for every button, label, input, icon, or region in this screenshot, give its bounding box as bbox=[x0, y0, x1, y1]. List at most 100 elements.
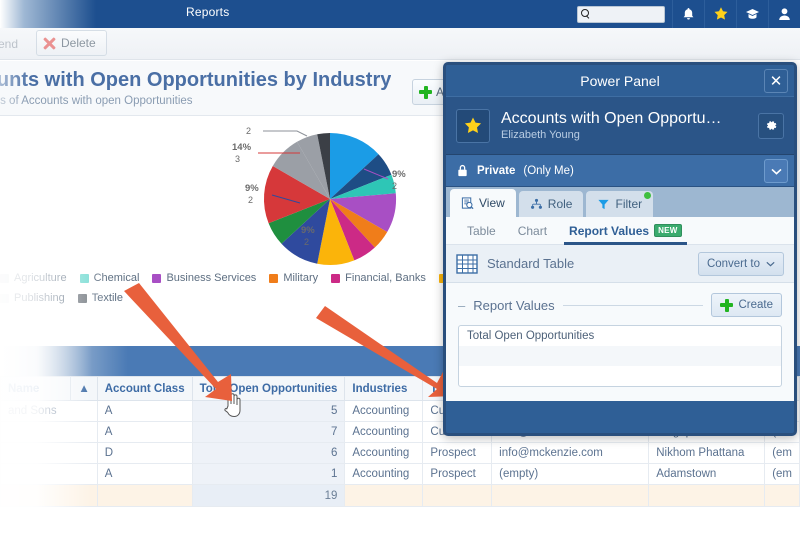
top-bar-actions bbox=[577, 0, 800, 28]
tab-filter[interactable]: Filter bbox=[586, 191, 654, 217]
chevron-down-icon[interactable] bbox=[764, 159, 788, 183]
standard-table-row: Standard Table Convert to bbox=[446, 245, 794, 283]
report-header: Accounts with Open Opportunities by Indu… bbox=[0, 61, 460, 116]
cell-industries: Accounting bbox=[344, 400, 424, 422]
favorites-star-icon[interactable] bbox=[704, 0, 736, 28]
list-item-empty[interactable] bbox=[459, 366, 781, 386]
tab-view[interactable]: View bbox=[450, 189, 516, 217]
panel-tabs: View Role Filter bbox=[446, 187, 794, 217]
collapse-minus-icon[interactable]: – bbox=[458, 298, 465, 313]
filter-active-dot-icon bbox=[644, 192, 652, 199]
cell-industries: Accounting bbox=[344, 421, 424, 443]
cell-total: 6 bbox=[191, 442, 346, 464]
totals-cell-email bbox=[491, 484, 650, 507]
legend-item[interactable]: Textile bbox=[77, 292, 123, 304]
panel-record-name: Accounts with Open Opportu… bbox=[501, 110, 722, 127]
search-input[interactable] bbox=[577, 5, 665, 23]
chart-legend: Agriculture Chemical Business Services M… bbox=[0, 270, 460, 306]
create-button[interactable]: Create bbox=[711, 293, 782, 317]
tab-role-label: Role bbox=[547, 197, 573, 211]
close-x-icon bbox=[43, 37, 56, 50]
legend-item[interactable]: Publishing bbox=[0, 292, 65, 304]
legend-item[interactable]: Business Services bbox=[152, 272, 256, 284]
legend-label: Agriculture bbox=[14, 272, 67, 284]
lock-icon bbox=[458, 164, 467, 177]
totals-cell-state bbox=[764, 484, 800, 507]
subtab-report-values-label: Report Values bbox=[569, 223, 650, 238]
report-values-list[interactable]: Total Open Opportunities bbox=[458, 325, 782, 387]
subtab-table[interactable]: Table bbox=[456, 217, 507, 245]
subtab-report-values[interactable]: Report Values NEW bbox=[558, 217, 693, 245]
close-icon[interactable]: ✕ bbox=[764, 69, 788, 93]
pie-label-percent: 9% bbox=[301, 225, 315, 236]
cell-name bbox=[0, 442, 98, 464]
cell-state: (em bbox=[764, 442, 800, 464]
column-header-account-class[interactable]: Account Class bbox=[96, 376, 193, 401]
search-icon bbox=[581, 9, 591, 19]
cell-industries: Accounting bbox=[344, 463, 424, 485]
subtab-chart[interactable]: Chart bbox=[507, 217, 558, 245]
power-panel-title-bar: Power Panel ✕ bbox=[446, 65, 794, 97]
user-profile-icon[interactable] bbox=[768, 0, 800, 28]
send-button-label: Send bbox=[0, 37, 19, 51]
legend-row-1: Agriculture Chemical Business Services M… bbox=[0, 270, 460, 286]
page-title: Reports bbox=[186, 5, 230, 19]
delete-button[interactable]: Delete bbox=[36, 30, 107, 56]
delete-button-label: Delete bbox=[61, 36, 96, 50]
privacy-label: Private bbox=[477, 164, 516, 177]
legend-swatch-icon bbox=[331, 273, 341, 283]
panel-privacy-row[interactable]: Private (Only Me) bbox=[446, 155, 794, 187]
legend-label: Business Services bbox=[166, 272, 257, 284]
cell-account-class: A bbox=[96, 463, 193, 485]
list-item[interactable]: Total Open Opportunities bbox=[459, 326, 781, 346]
column-header-industries[interactable]: Industries bbox=[344, 376, 424, 401]
table-row[interactable]: A 1 Accounting Prospect (empty) Adamstow… bbox=[0, 463, 800, 485]
view-icon bbox=[461, 196, 474, 209]
record-toolbar: Send Delete bbox=[0, 28, 800, 60]
cell-type: Prospect bbox=[422, 463, 493, 485]
app-top-bar: Reports bbox=[0, 0, 800, 28]
training-graduation-cap-icon[interactable] bbox=[736, 0, 768, 28]
notifications-bell-icon[interactable] bbox=[672, 0, 704, 28]
totals-cell-type bbox=[422, 484, 493, 507]
pie-label-value: 3 bbox=[235, 154, 240, 164]
legend-item[interactable]: Chemical bbox=[79, 272, 139, 284]
cell-name bbox=[0, 421, 98, 443]
pie-chart: 2 14% 3 9% 2 9% 2 9% 2 bbox=[0, 117, 460, 269]
chevron-down-icon bbox=[766, 261, 775, 267]
totals-cell-total: 19 bbox=[191, 484, 346, 507]
panel-record-text: Accounts with Open Opportu… Elizabeth Yo… bbox=[501, 110, 747, 141]
section-divider bbox=[562, 304, 704, 306]
gear-icon[interactable] bbox=[758, 112, 784, 139]
tab-view-label: View bbox=[479, 196, 505, 210]
convert-to-button[interactable]: Convert to bbox=[697, 251, 784, 276]
pie-label-percent: 9% bbox=[392, 169, 406, 180]
report-values-title: Report Values bbox=[473, 297, 555, 313]
cell-account-class: A bbox=[96, 400, 193, 422]
column-header-total-open-opportunities[interactable]: Total Open Opportunities bbox=[191, 376, 346, 401]
column-header-name[interactable]: Name bbox=[0, 376, 72, 401]
legend-label: Publishing bbox=[14, 292, 65, 304]
sort-ascending-icon[interactable]: ▲ bbox=[70, 376, 98, 401]
legend-item[interactable]: Agriculture bbox=[0, 272, 67, 284]
favorite-star-icon[interactable] bbox=[456, 108, 490, 143]
list-item-empty[interactable] bbox=[459, 346, 781, 366]
legend-swatch-icon bbox=[0, 293, 9, 303]
legend-item[interactable]: Military bbox=[269, 272, 318, 284]
totals-cell-account-class bbox=[96, 484, 193, 507]
privacy-sublabel: (Only Me) bbox=[523, 164, 574, 177]
legend-swatch-icon bbox=[269, 273, 279, 283]
filter-icon bbox=[598, 199, 610, 209]
table-row[interactable]: D 6 Accounting Prospect info@mckenzie.co… bbox=[0, 442, 800, 464]
standard-table-label: Standard Table bbox=[487, 256, 575, 271]
cell-industries: Accounting bbox=[344, 442, 424, 464]
send-button[interactable]: Send bbox=[0, 32, 26, 56]
report-subtitle: Industries of Accounts with open Opportu… bbox=[0, 95, 193, 107]
subtab-chart-label: Chart bbox=[517, 223, 548, 238]
pie-label-percent: 9% bbox=[245, 183, 259, 194]
pie-label-value: 2 bbox=[246, 126, 251, 136]
report-values-section: – Report Values Create Total Open Opport… bbox=[446, 283, 794, 401]
cell-email: (empty) bbox=[491, 463, 650, 485]
tab-role[interactable]: Role bbox=[518, 191, 584, 217]
legend-item[interactable]: Financial, Banks bbox=[331, 272, 426, 284]
